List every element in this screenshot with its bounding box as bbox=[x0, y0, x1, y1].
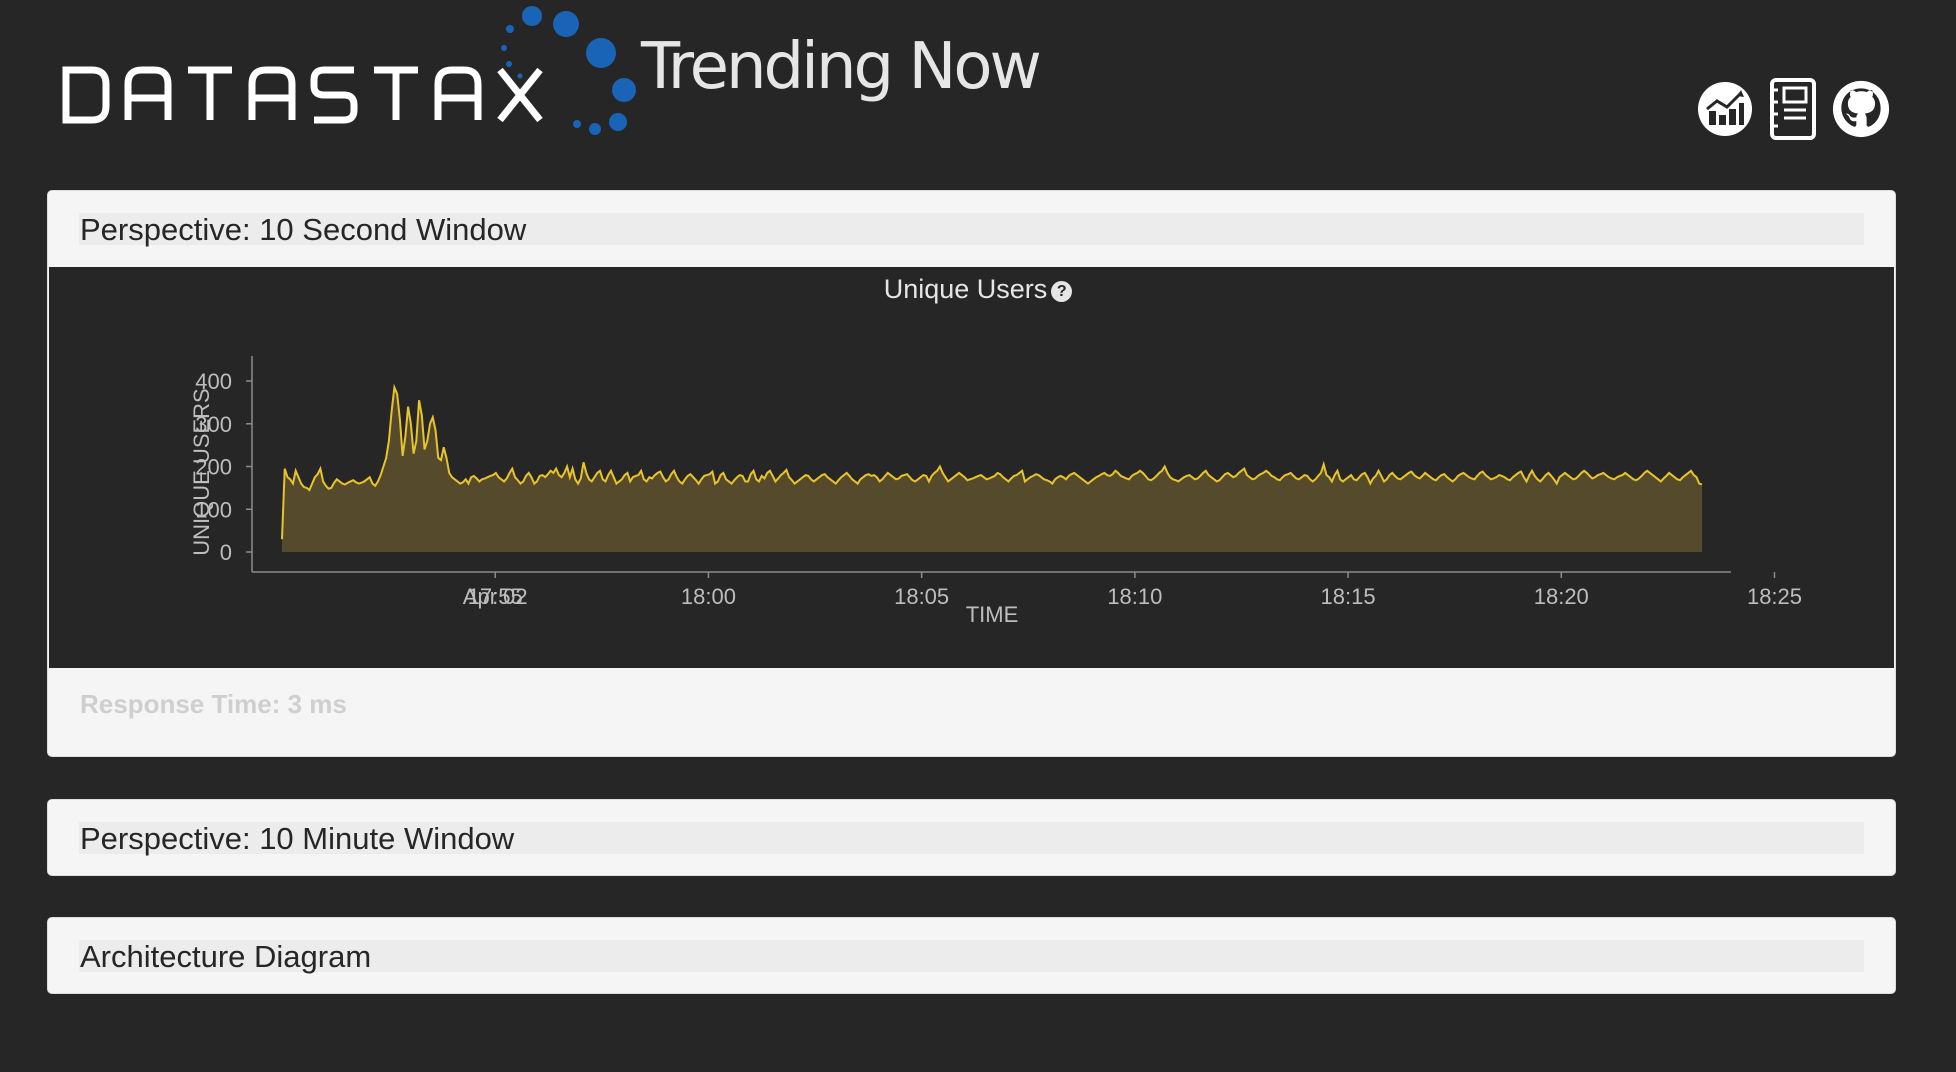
panel-heading-10-minute-window[interactable]: Perspective: 10 Minute Window bbox=[48, 800, 1895, 875]
panel-title: Perspective: 10 Minute Window bbox=[80, 821, 515, 856]
chart-title: Unique Users? bbox=[0, 274, 1956, 305]
x-tick-label: 18:10 bbox=[1107, 584, 1162, 609]
logo-letter-a bbox=[434, 66, 482, 120]
logo-letter-t bbox=[188, 66, 232, 120]
panel-title: Perspective: 10 Second Window bbox=[80, 212, 527, 247]
logo-letter-a bbox=[248, 66, 296, 120]
unique-users-chart: 0 100 200 300 400 Apr 02 17:55 18:00 18:05 18:10 1… bbox=[49, 267, 1894, 668]
datastax-logo-dots bbox=[501, 6, 636, 135]
analytics-chart-icon[interactable] bbox=[1696, 78, 1754, 140]
app-header: Trending Now bbox=[0, 0, 1956, 180]
panel-heading-10-second-window[interactable]: Perspective: 10 Second Window bbox=[48, 191, 1895, 267]
x-tick-label: 18:05 bbox=[894, 584, 949, 609]
x-tick-label: 18:15 bbox=[1321, 584, 1376, 609]
panel-title: Architecture Diagram bbox=[80, 939, 372, 974]
x-tick-label: 18:20 bbox=[1534, 584, 1589, 609]
y-axis-title: UNIQUE USERS bbox=[189, 388, 214, 555]
panel-heading-architecture-diagram[interactable]: Architecture Diagram bbox=[48, 918, 1895, 993]
chart-title-text: Unique Users bbox=[883, 274, 1048, 304]
x-tick-label: 18:00 bbox=[681, 584, 736, 609]
github-icon[interactable] bbox=[1832, 78, 1890, 140]
x-tick-label: 17:55 bbox=[468, 584, 523, 609]
x-tick-label: 18:25 bbox=[1747, 584, 1802, 609]
logo-letter-a bbox=[124, 66, 172, 120]
panel-10-minute-window: Perspective: 10 Minute Window bbox=[47, 799, 1896, 876]
x-axis-title: TIME bbox=[966, 602, 1019, 627]
logo-letter-s bbox=[310, 66, 358, 124]
panel-architecture-diagram: Architecture Diagram bbox=[47, 917, 1896, 994]
response-time: Response Time: 3 ms bbox=[80, 689, 347, 719]
unique-users-chart-svg: 0100200300400Apr 0217:55 18:00 18:05 18:10 1… bbox=[189, 356, 1802, 627]
series-area bbox=[282, 387, 1702, 552]
notebook-icon[interactable] bbox=[1764, 78, 1822, 140]
logo-letter-d bbox=[62, 66, 110, 124]
y-tick-label: 0 bbox=[220, 540, 232, 565]
logo-letter-t bbox=[374, 66, 418, 120]
header-icon-bar bbox=[1696, 78, 1890, 140]
help-icon[interactable]: ? bbox=[1051, 281, 1073, 302]
app-title: Trending Now bbox=[641, 30, 1042, 104]
